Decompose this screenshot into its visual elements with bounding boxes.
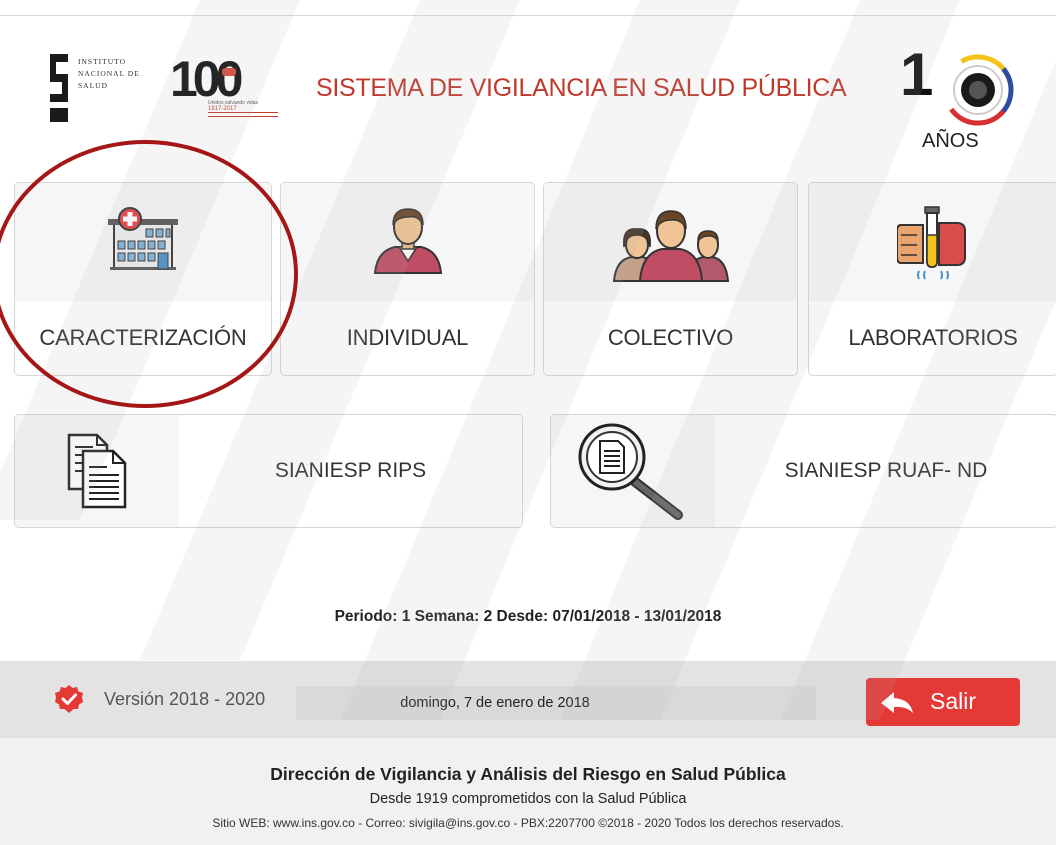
tile-icon-area (551, 415, 715, 527)
reply-arrow-icon (881, 692, 913, 713)
status-bar: Versión 2018 - 2020 domingo, 7 de enero … (0, 661, 1056, 738)
ins-logo: Instituto Nacional de Salud (48, 52, 148, 124)
tile-label: SIANIESP RUAF- ND (784, 459, 988, 482)
anniversary-logo: 1 AÑOS (900, 41, 1030, 158)
ins-logo-line-2: Nacional de (78, 69, 140, 78)
ins-logo-line-3: Salud (78, 81, 109, 90)
magnifier-document-icon (578, 423, 683, 520)
tile-caracterizacion[interactable]: CARACTERIZACIÓN (14, 182, 272, 376)
centennial-underline (208, 112, 278, 117)
tile-colectivo[interactable]: COLECTIVO (543, 182, 798, 376)
tile-individual[interactable]: INDIVIDUAL (280, 182, 535, 376)
centennial-badge (222, 68, 236, 76)
period-info: Periodo: 1 Semana: 2 Desde: 07/01/2018 -… (334, 608, 722, 625)
footer-subtitle: Desde 1919 comprometidos con la Salud Pú… (369, 791, 687, 807)
exit-button[interactable]: Salir (866, 678, 1020, 726)
tile-icon-area (544, 183, 797, 301)
tile-icon-area (281, 183, 534, 301)
tile-sianiesp-ruaf[interactable]: SIANIESP RUAF- ND (550, 414, 1056, 528)
tile-icon-area (15, 415, 179, 527)
centennial-logo: 100 Unidos salvando vidas 1917-2017 (170, 51, 280, 124)
tile-label: COLECTIVO (607, 325, 734, 350)
top-divider (0, 15, 1056, 16)
header: Instituto Nacional de Salud 100 Unidos s… (0, 30, 1056, 160)
hospital-icon (108, 207, 178, 270)
exit-button-label: Salir (930, 688, 977, 714)
tile-label: CARACTERIZACIÓN (39, 325, 247, 350)
anniversary-label: AÑOS (922, 130, 979, 152)
footer-title: Dirección de Vigilancia y Análisis del R… (270, 764, 786, 784)
tile-label: SIANIESP RIPS (274, 459, 427, 482)
anniversary-ring-icon (942, 54, 1014, 126)
anniversary-number: 1 (900, 41, 934, 108)
footer-contact: Sitio WEB: www.ins.gov.co - Correo: sivi… (212, 816, 844, 830)
footer: Dirección de Vigilancia y Análisis del R… (0, 738, 1056, 845)
tile-label: LABORATORIOS (848, 325, 1018, 350)
tile-sianiesp-rips[interactable]: SIANIESP RIPS (14, 414, 523, 528)
current-date: domingo, 7 de enero de 2018 (400, 695, 590, 711)
system-title: SISTEMA DE VIGILANCIA EN SALUD PÚBLICA (316, 74, 847, 102)
version-label: Versión 2018 - 2020 (104, 689, 266, 709)
person-icon (373, 208, 442, 274)
tile-icon-area (809, 183, 1056, 301)
tile-laboratorios[interactable]: LABORATORIOS (808, 182, 1056, 376)
tile-icon-area (15, 183, 271, 301)
verified-badge-icon (55, 685, 83, 713)
documents-icon (67, 433, 127, 509)
test-tube-icon (897, 206, 966, 280)
group-icon (612, 210, 729, 282)
ins-logo-mark (48, 52, 70, 124)
ins-logo-line-1: Instituto (78, 57, 127, 66)
tile-label: INDIVIDUAL (346, 325, 469, 350)
